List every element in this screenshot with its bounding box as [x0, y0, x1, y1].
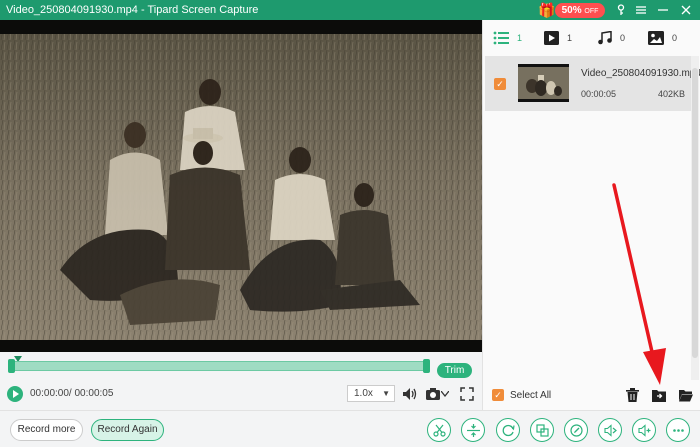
title-bar: Video_250804091930.mp4 - Tipard Screen C… — [0, 0, 700, 20]
promo-percent: 50% — [561, 5, 582, 16]
gift-icon: 🎁 — [538, 2, 556, 18]
audio-out-icon[interactable] — [598, 418, 622, 442]
export-button[interactable] — [649, 385, 669, 405]
record-more-button[interactable]: Record more — [10, 419, 83, 441]
bottom-toolbar: Record more Record Again — [0, 410, 700, 447]
timeline-track[interactable] — [10, 361, 428, 371]
window-title: Video_250804091930.mp4 - Tipard Screen C… — [6, 4, 259, 16]
trim-button[interactable]: Trim — [437, 363, 472, 378]
speed-select[interactable]: 1.0x ▼ — [347, 385, 395, 402]
scrollbar[interactable] — [691, 56, 699, 380]
trim-start-handle[interactable] — [8, 359, 15, 373]
tab-audio[interactable]: 0 — [598, 30, 625, 46]
tab-all-count: 1 — [517, 33, 523, 43]
folder-icon — [679, 389, 693, 401]
video-thumbnail — [518, 64, 569, 102]
audio-in-icon[interactable] — [632, 418, 656, 442]
chevron-down-icon: ▼ — [382, 389, 390, 398]
video-preview[interactable] — [0, 20, 482, 352]
fullscreen-icon[interactable] — [458, 385, 476, 403]
playback-controls: 00:00:00/ 00:00:05 1.0x ▼ — [0, 380, 482, 408]
close-button[interactable] — [675, 0, 697, 20]
more-icon[interactable] — [666, 418, 690, 442]
item-filename: Video_250804091930.mp4 — [581, 68, 700, 79]
record-again-button[interactable]: Record Again — [91, 419, 164, 441]
media-panel: 1 1 0 0 ✓ Video_250804091930.mp4 00:00:0… — [482, 20, 700, 410]
trim-end-handle[interactable] — [423, 359, 430, 373]
minimize-icon — [658, 9, 668, 11]
scissors-icon[interactable] — [427, 418, 451, 442]
timeline[interactable]: Trim — [0, 352, 482, 380]
list-icon — [493, 31, 509, 45]
promo-suffix: OFF — [584, 8, 599, 15]
video-frame-image — [0, 20, 482, 352]
minimize-button[interactable] — [652, 0, 674, 20]
select-all-label[interactable]: Select All — [510, 390, 551, 401]
image-icon — [648, 31, 664, 45]
time-display: 00:00:00/ 00:00:05 — [30, 388, 114, 399]
open-folder-button[interactable] — [676, 385, 696, 405]
scrollbar-thumb[interactable] — [692, 68, 698, 358]
media-tabs: 1 1 0 0 — [483, 20, 700, 54]
speed-value: 1.0x — [354, 388, 373, 399]
folder-export-icon — [652, 389, 666, 402]
rotate-icon[interactable] — [496, 418, 520, 442]
item-filesize: 402KB — [657, 89, 685, 99]
video-icon — [544, 31, 559, 45]
list-item[interactable]: ✓ Video_250804091930.mp4 00:00:05 402KB — [485, 56, 700, 111]
music-icon — [598, 31, 612, 45]
item-checkbox[interactable]: ✓ — [494, 78, 506, 90]
delete-button[interactable] — [622, 385, 642, 405]
split-icon[interactable] — [461, 418, 485, 442]
tab-image[interactable]: 0 — [648, 30, 677, 46]
tab-image-count: 0 — [672, 33, 678, 43]
tab-video[interactable]: 1 — [544, 30, 572, 46]
chevron-down-icon[interactable] — [440, 385, 450, 403]
volume-icon[interactable] — [401, 385, 419, 403]
menu-icon[interactable] — [630, 0, 652, 20]
tab-audio-count: 0 — [620, 33, 626, 43]
promo-badge[interactable]: 50% OFF — [555, 3, 605, 18]
media-list: ✓ Video_250804091930.mp4 00:00:05 402KB — [484, 56, 700, 380]
play-button[interactable] — [7, 386, 23, 402]
promo-banner[interactable]: 🎁 50% OFF — [538, 1, 608, 19]
edit-icon[interactable] — [564, 418, 588, 442]
item-duration: 00:00:05 — [581, 89, 617, 99]
key-icon[interactable] — [610, 0, 632, 20]
close-icon — [681, 5, 691, 15]
tab-video-count: 1 — [567, 33, 573, 43]
trash-icon — [625, 388, 639, 402]
select-all-checkbox[interactable]: ✓ — [492, 389, 504, 401]
panel-footer: ✓ Select All — [483, 380, 700, 410]
merge-icon[interactable] — [530, 418, 554, 442]
tab-all[interactable]: 1 — [493, 30, 522, 46]
